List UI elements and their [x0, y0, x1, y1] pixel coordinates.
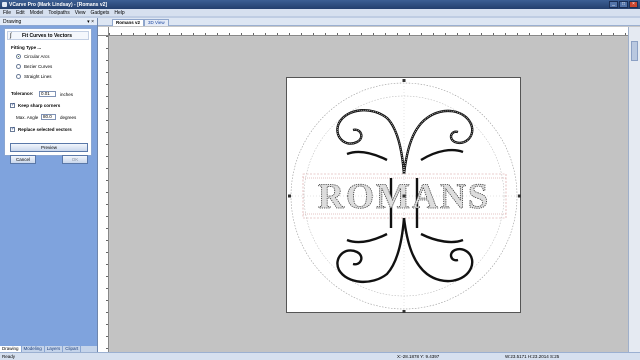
menu-edit[interactable]: Edit: [16, 10, 25, 16]
menu-bar: File Edit Model Toolpaths View Gadgets H…: [0, 9, 640, 16]
status-bar: Ready X:-28.1878 Y: 9.4397 W:23.5171 H:2…: [0, 352, 640, 360]
app-icon: [2, 2, 7, 7]
option-label: Straight Lines: [24, 74, 52, 79]
window-controls: _ □ ×: [609, 1, 638, 8]
top-scrollwork: [336, 109, 474, 175]
window-title: VCarve Pro (Mark Lindsay) - [Romans v2]: [9, 2, 108, 8]
menu-file[interactable]: File: [3, 10, 11, 16]
panel-header: Drawing ▾ ×: [0, 18, 97, 26]
title-bar: VCarve Pro (Mark Lindsay) - [Romans v2] …: [0, 0, 640, 9]
fitting-type-label: Fitting Type ...: [11, 45, 42, 50]
keep-sharp-checkbox[interactable]: ✓: [10, 103, 15, 108]
option-label: Circular Arcs: [24, 54, 50, 59]
close-button[interactable]: ×: [629, 1, 638, 8]
tab-romans-v2[interactable]: Romans v2: [112, 19, 145, 26]
vertical-scrollbar[interactable]: [628, 27, 640, 352]
max-angle-unit: degrees: [60, 115, 77, 120]
radio-straight-lines[interactable]: [16, 74, 21, 79]
menu-model[interactable]: Model: [30, 10, 44, 16]
vertical-ruler: [98, 36, 109, 352]
radio-bezier-curves[interactable]: [16, 64, 21, 69]
document-area: Romans v2 3D View ROMANS: [97, 18, 640, 352]
max-angle-label: Max. Angle: [16, 115, 39, 120]
replace-label: Replace selected vectors: [18, 127, 72, 132]
keep-sharp-corners[interactable]: ✓ Keep sharp corners: [10, 103, 60, 108]
panel-pin-icon[interactable]: ▾ ×: [87, 19, 94, 25]
option-straight-lines[interactable]: Straight Lines: [16, 74, 52, 79]
menu-view[interactable]: View: [75, 10, 86, 16]
panel-header-label: Drawing: [3, 19, 22, 25]
preview-button[interactable]: Preview: [10, 143, 88, 152]
cancel-button[interactable]: Cancel: [10, 155, 36, 164]
menu-help[interactable]: Help: [114, 10, 124, 16]
tolerance-unit: inches: [60, 92, 74, 97]
scrollbar-thumb[interactable]: [631, 41, 638, 61]
replace-checkbox[interactable]: ✓: [10, 127, 15, 132]
fit-curves-icon: ∫: [10, 33, 12, 39]
max-angle-input[interactable]: 80.0: [41, 114, 56, 120]
tab-3d-view[interactable]: 3D View: [144, 19, 169, 26]
menu-gadgets[interactable]: Gadgets: [90, 10, 109, 16]
fit-curves-form: ∫ Fit Curves to Vectors Fitting Type ...…: [4, 28, 92, 156]
option-circular-arcs[interactable]: Circular Arcs: [16, 54, 50, 59]
vcarve-window: VCarve Pro (Mark Lindsay) - [Romans v2] …: [0, 0, 640, 360]
radio-circular-arcs[interactable]: [16, 54, 21, 59]
ok-button[interactable]: OK: [62, 155, 88, 164]
cursor-coordinates: X:-28.1878 Y: 9.4397: [397, 354, 440, 359]
status-ready: Ready: [2, 354, 16, 359]
drawing-canvas[interactable]: ROMANS: [110, 37, 628, 352]
document-tabs: Romans v2 3D View: [98, 18, 640, 26]
selection-dimensions: W:23.5171 H:23.2014 S:25: [505, 354, 560, 359]
tolerance-label: Tolerance:: [11, 91, 34, 96]
horizontal-ruler: [109, 27, 629, 36]
ruler-corner: [98, 27, 109, 36]
tool-header: ∫ Fit Curves to Vectors: [7, 31, 89, 40]
menu-toolpaths[interactable]: Toolpaths: [48, 10, 69, 16]
material-sheet[interactable]: ROMANS: [286, 77, 521, 313]
keep-sharp-label: Keep sharp corners: [18, 103, 61, 108]
tool-title: Fit Curves to Vectors: [22, 33, 73, 39]
tolerance-input[interactable]: 0.01: [39, 91, 56, 97]
minimize-button[interactable]: _: [609, 1, 618, 8]
replace-selected-vectors[interactable]: ✓ Replace selected vectors: [10, 127, 72, 132]
drawing-panel: Drawing ▾ × ∫ Fit Curves to Vectors Fitt…: [0, 18, 97, 352]
maximize-button[interactable]: □: [619, 1, 628, 8]
artwork[interactable]: ROMANS: [287, 78, 522, 314]
option-label: Bezier Curves: [24, 64, 53, 69]
option-bezier-curves[interactable]: Bezier Curves: [16, 64, 52, 69]
